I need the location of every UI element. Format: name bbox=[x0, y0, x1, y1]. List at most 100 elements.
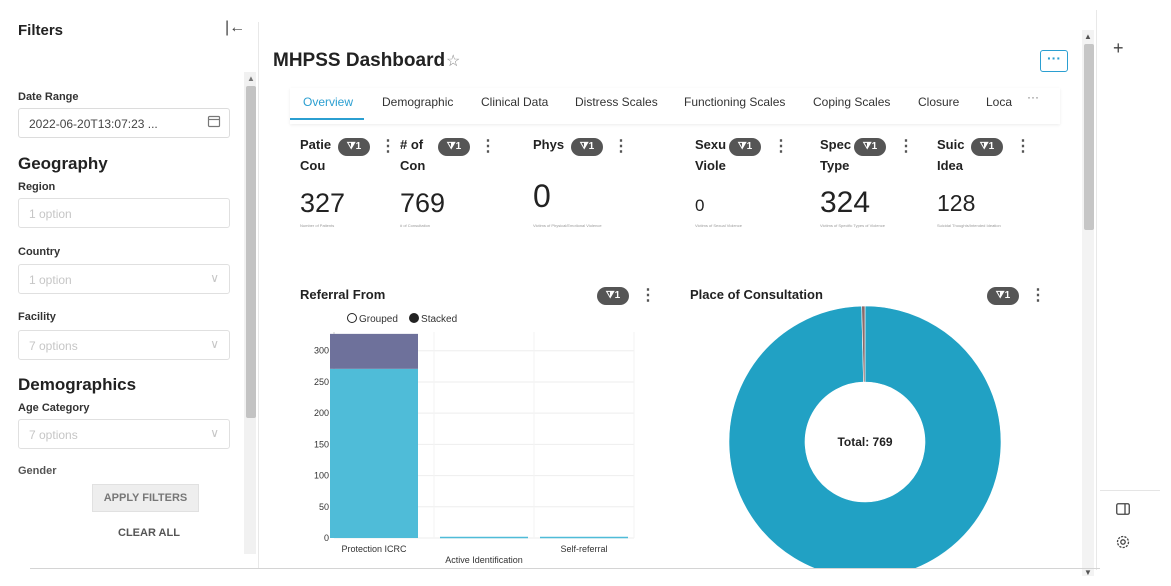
kpi-title-line2: Cou bbox=[300, 158, 326, 173]
scroll-up-icon[interactable]: ▲ bbox=[1084, 32, 1092, 41]
kpi-value: 324 bbox=[820, 186, 871, 219]
bar-segment[interactable] bbox=[330, 333, 418, 369]
kpi-card-specific-types: Spec Type ⧩1 ⋮ 324 Victims of Specific T… bbox=[820, 136, 940, 236]
kpi-title-line2: Viole bbox=[695, 158, 726, 173]
chart-legend: Grouped Stacked bbox=[347, 313, 457, 325]
tab-location[interactable]: Loca bbox=[986, 95, 1012, 109]
kpi-card-physical-violence: Phys ⧩1 ⋮ 0 Victims of Physical/Emotiona… bbox=[533, 136, 653, 236]
age-category-label: Age Category bbox=[18, 402, 90, 414]
filters-title: Filters bbox=[18, 22, 64, 39]
kebab-menu-icon[interactable]: ⋮ bbox=[640, 285, 656, 305]
main-scrollbar-thumb[interactable] bbox=[1084, 44, 1094, 230]
x-tick-label: Protection ICRC bbox=[341, 544, 407, 554]
kpi-title: Sexu bbox=[695, 137, 727, 152]
kpi-value: 0 bbox=[695, 196, 705, 215]
country-placeholder: 1 option bbox=[29, 273, 72, 287]
kpi-subtitle: Victims of Physical/Emotional Violence bbox=[533, 223, 602, 228]
legend-grouped[interactable]: Grouped bbox=[347, 313, 398, 325]
legend-grouped-label: Grouped bbox=[359, 314, 398, 325]
geography-heading: Geography bbox=[18, 154, 108, 173]
panel-divider bbox=[258, 22, 259, 568]
clear-all-button[interactable]: CLEAR ALL bbox=[118, 527, 180, 539]
chevron-down-icon: ∨ bbox=[210, 271, 219, 285]
y-tick-label: 50 bbox=[319, 502, 329, 512]
tab-closure[interactable]: Closure bbox=[918, 95, 959, 109]
filter-badge[interactable]: ⧩1 bbox=[854, 138, 886, 156]
kpi-card-consultations: # of Con ⧩1 ⋮ 769 # of Consultation bbox=[400, 136, 520, 236]
tab-distress-scales[interactable]: Distress Scales bbox=[575, 95, 658, 109]
country-label: Country bbox=[18, 246, 61, 258]
gear-icon[interactable] bbox=[1115, 534, 1131, 550]
more-options-button[interactable]: ··· bbox=[1040, 50, 1068, 72]
legend-stacked-label: Stacked bbox=[421, 314, 458, 325]
filters-scrollbar-thumb[interactable] bbox=[246, 86, 256, 418]
region-select[interactable]: 1 option bbox=[18, 198, 230, 228]
country-select[interactable]: 1 option ∨ bbox=[18, 264, 230, 294]
y-tick-label: 0 bbox=[324, 533, 329, 543]
filter-badge[interactable]: ⧩1 bbox=[338, 138, 370, 156]
kpi-title-line2: Idea bbox=[937, 158, 964, 173]
filter-badge[interactable]: ⧩1 bbox=[571, 138, 603, 156]
scroll-up-icon[interactable]: ▲ bbox=[247, 74, 255, 83]
filter-badge[interactable]: ⧩1 bbox=[729, 138, 761, 156]
kpi-title-line2: Type bbox=[820, 158, 850, 173]
kebab-menu-icon[interactable]: ⋮ bbox=[773, 136, 789, 156]
kpi-card-sexual-violence: Sexu Viole ⧩1 ⋮ 0 Victims of Sexual Viol… bbox=[695, 136, 815, 236]
kpi-value: 327 bbox=[300, 188, 346, 218]
tab-coping-scales[interactable]: Coping Scales bbox=[813, 95, 890, 109]
plus-icon[interactable]: + bbox=[1113, 38, 1124, 59]
kpi-subtitle: # of Consultation bbox=[400, 223, 431, 228]
filter-badge[interactable]: ⧩1 bbox=[438, 138, 470, 156]
kpi-subtitle: Victims of Sexual Violence bbox=[695, 223, 742, 228]
date-range-field[interactable]: 2022-06-20T13:07:23 ... bbox=[18, 108, 230, 138]
kebab-menu-icon[interactable]: ⋮ bbox=[898, 136, 914, 156]
collapse-left-icon[interactable]: |← bbox=[225, 19, 245, 37]
radio-unchecked-icon bbox=[347, 313, 357, 323]
facility-select[interactable]: 7 options ∨ bbox=[18, 330, 230, 360]
tab-functioning-scales[interactable]: Functioning Scales bbox=[684, 95, 785, 109]
kebab-menu-icon[interactable]: ⋮ bbox=[380, 136, 396, 156]
bar-segment[interactable] bbox=[330, 368, 418, 538]
y-tick-label: 150 bbox=[314, 439, 329, 449]
date-range-value: 2022-06-20T13:07:23 ... bbox=[29, 117, 158, 131]
kebab-menu-icon[interactable]: ⋮ bbox=[1015, 136, 1031, 156]
filter-badge[interactable]: ⧩1 bbox=[971, 138, 1003, 156]
rail-separator bbox=[1100, 490, 1160, 491]
age-category-select[interactable]: 7 options ∨ bbox=[18, 419, 230, 449]
kpi-title-line2: Con bbox=[400, 158, 426, 173]
scroll-down-icon[interactable]: ▼ bbox=[1084, 568, 1092, 577]
tab-clinical-data[interactable]: Clinical Data bbox=[481, 95, 548, 109]
chevron-down-icon: ∨ bbox=[210, 426, 219, 440]
legend-stacked[interactable]: Stacked bbox=[409, 313, 458, 325]
kpi-value: 128 bbox=[937, 190, 976, 216]
kpi-title: Spec bbox=[820, 137, 852, 152]
kpi-card-suicidal-ideation: Suic Idea ⧩1 ⋮ 128 Suicidal Thoughts/Int… bbox=[937, 136, 1057, 236]
rail-divider bbox=[1096, 10, 1097, 570]
y-tick-label: 100 bbox=[314, 471, 329, 481]
kebab-menu-icon[interactable]: ⋮ bbox=[480, 136, 496, 156]
y-tick-label: 300 bbox=[314, 346, 329, 356]
tab-overview[interactable]: Overview bbox=[303, 95, 353, 109]
consultation-donut-chart: Total: 769 bbox=[728, 305, 1002, 568]
age-category-placeholder: 7 options bbox=[29, 428, 78, 442]
radio-checked-icon bbox=[409, 313, 420, 323]
active-tab-indicator bbox=[290, 118, 364, 120]
tab-demographic[interactable]: Demographic bbox=[382, 95, 453, 109]
dashboard-title: MHPSS Dashboard bbox=[273, 50, 446, 71]
filter-badge[interactable]: ⧩1 bbox=[597, 287, 629, 305]
star-icon[interactable]: ☆ bbox=[446, 51, 460, 71]
demographics-heading: Demographics bbox=[18, 375, 137, 394]
y-tick-label: 250 bbox=[314, 377, 329, 387]
facility-label: Facility bbox=[18, 311, 56, 323]
tabs-more-icon[interactable]: ··· bbox=[1027, 90, 1039, 104]
facility-placeholder: 7 options bbox=[29, 339, 78, 353]
sidebar-toggle-icon[interactable] bbox=[1116, 503, 1130, 515]
region-placeholder: 1 option bbox=[29, 207, 72, 221]
bar-segment[interactable] bbox=[440, 536, 528, 539]
bar-segment[interactable] bbox=[540, 536, 628, 539]
kpi-title: Suic bbox=[937, 137, 965, 152]
chevron-down-icon: ∨ bbox=[210, 337, 219, 351]
bottom-border bbox=[30, 568, 1100, 569]
kebab-menu-icon[interactable]: ⋮ bbox=[613, 136, 629, 156]
apply-filters-button[interactable]: APPLY FILTERS bbox=[92, 484, 199, 512]
